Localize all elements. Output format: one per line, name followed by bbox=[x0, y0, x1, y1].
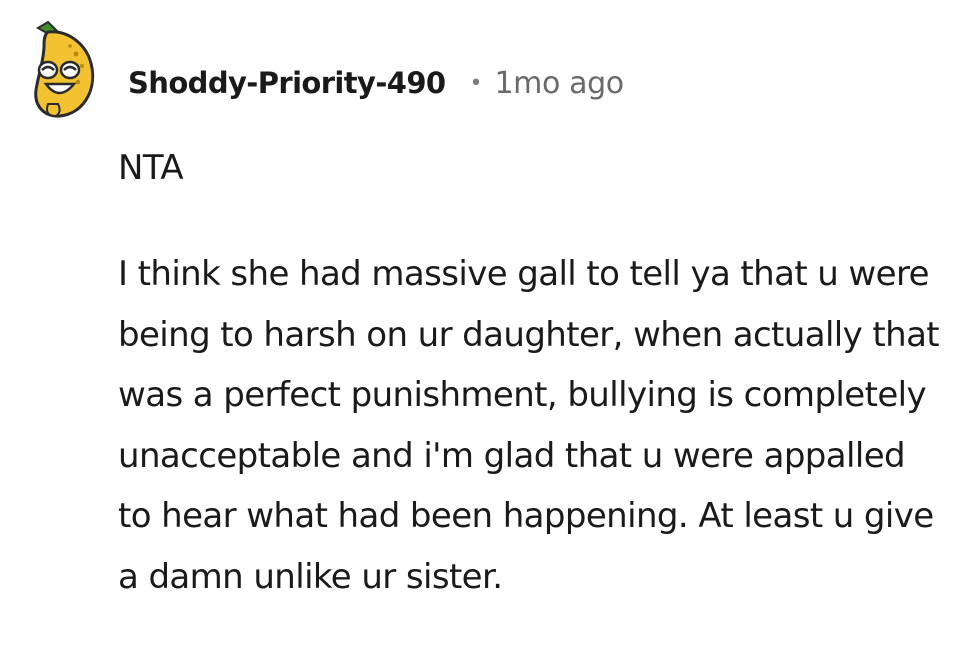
comment-paragraph: I think she had massive gall to tell ya … bbox=[118, 254, 940, 597]
banana-avatar-icon[interactable] bbox=[18, 20, 110, 120]
comment-header: Shoddy-Priority-490 • 1mo ago bbox=[128, 58, 624, 108]
username-link[interactable]: Shoddy-Priority-490 bbox=[128, 66, 446, 100]
comment-verdict: NTA bbox=[118, 148, 184, 188]
timestamp-link[interactable]: 1mo ago bbox=[495, 66, 625, 101]
separator-dot: • bbox=[469, 70, 483, 96]
comment: Shoddy-Priority-490 • 1mo ago NTA I thin… bbox=[0, 0, 972, 664]
comment-body: NTA I think she had massive gall to tell… bbox=[118, 140, 948, 597]
